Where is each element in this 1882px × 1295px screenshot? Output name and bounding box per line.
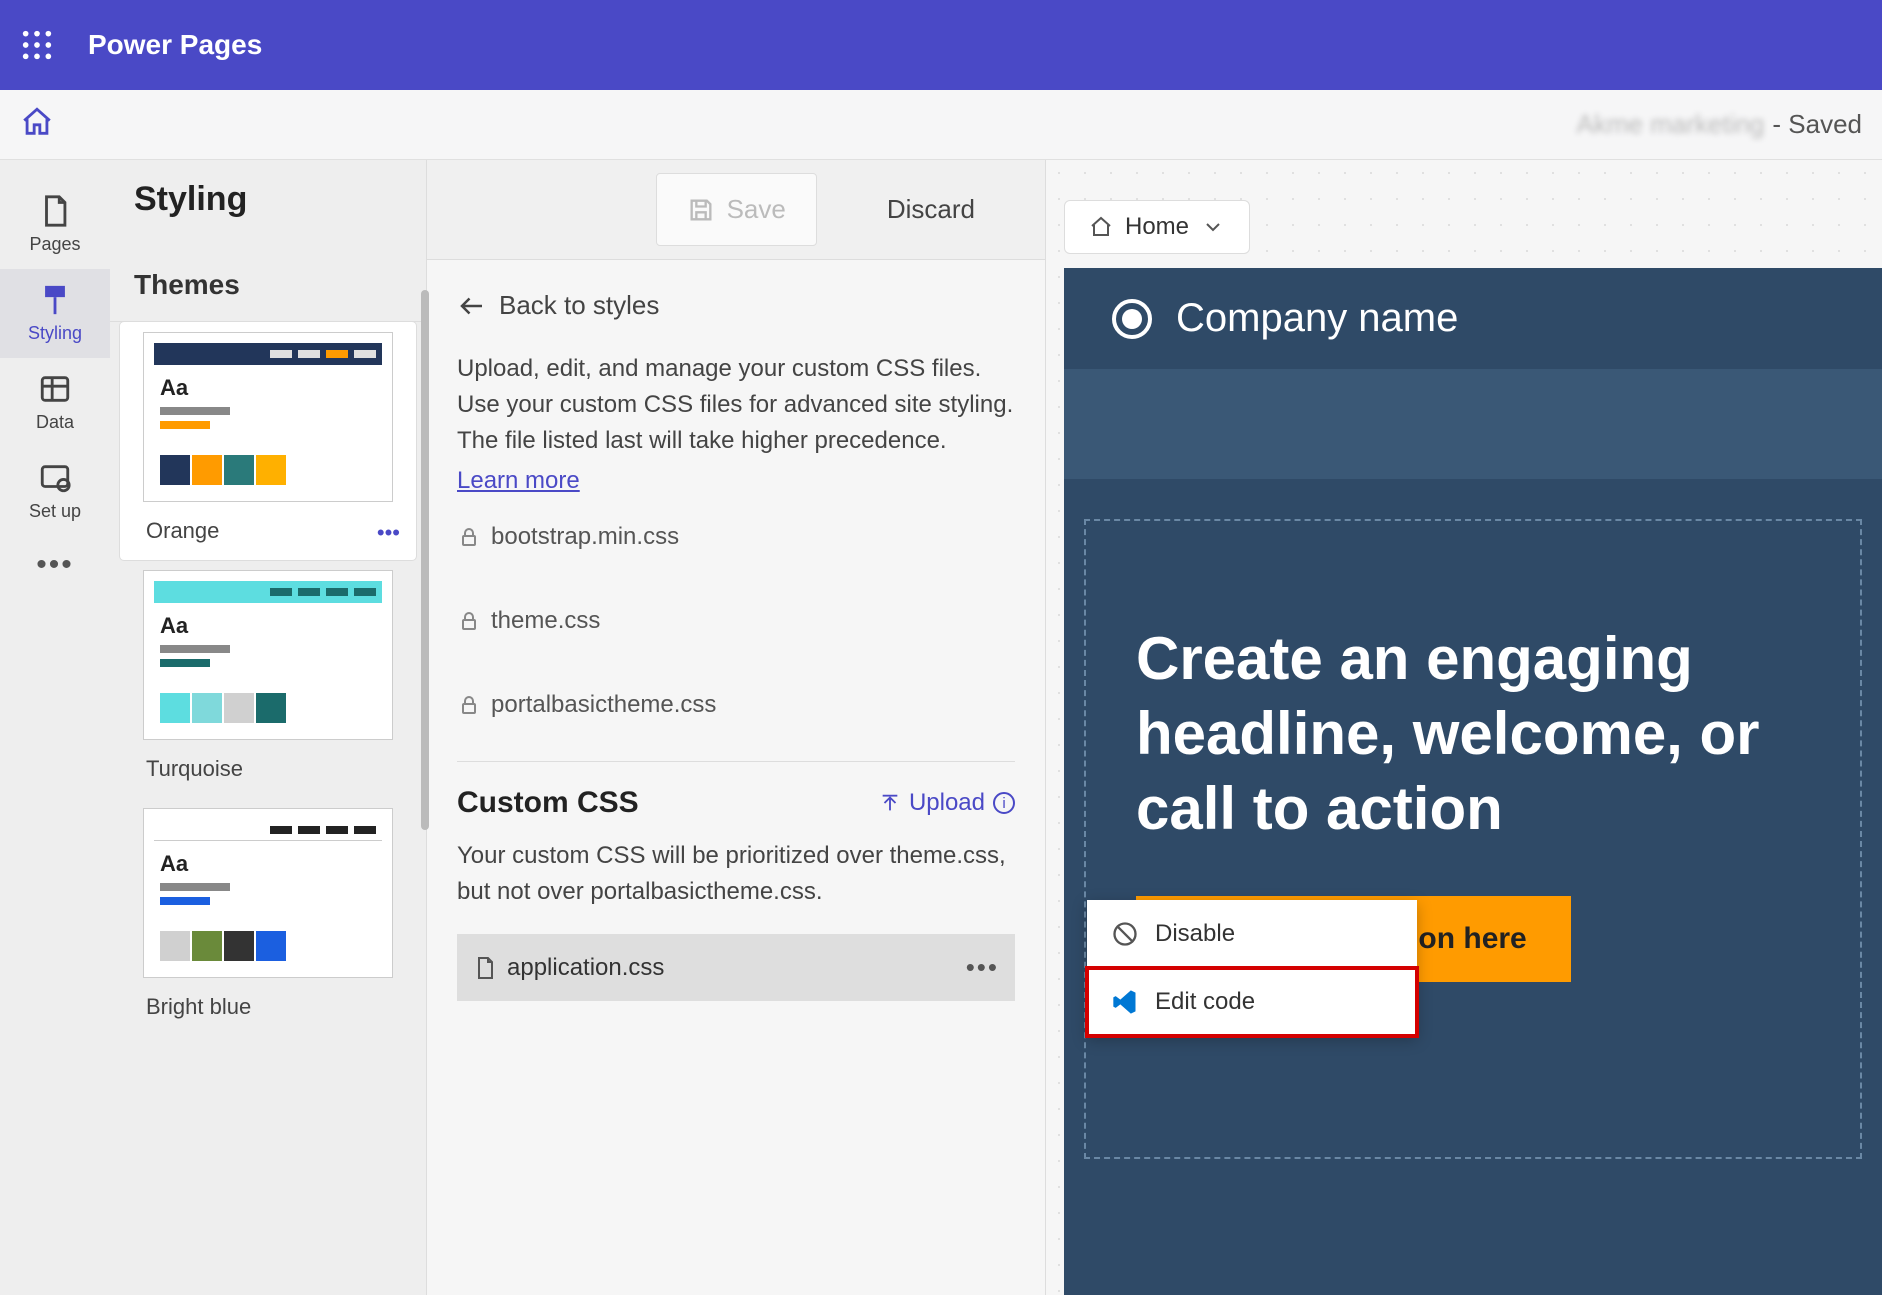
custom-file-name: application.css	[507, 954, 664, 982]
preview-company-header: Company name	[1064, 268, 1882, 369]
preview-hero-section[interactable]: Create an engaging headline, welcome, or…	[1084, 519, 1862, 1159]
styling-column: Styling Themes Aa Orange •••	[110, 160, 426, 1295]
breadcrumb-home[interactable]: Home	[1064, 200, 1250, 254]
custom-css-file-row[interactable]: application.css •••	[457, 934, 1015, 1001]
ctx-disable[interactable]: Disable	[1087, 900, 1417, 968]
save-label: Save	[727, 194, 786, 225]
learn-more-link[interactable]: Learn more	[457, 467, 580, 495]
themes-heading: Themes	[110, 239, 426, 322]
nav-label: Set up	[29, 501, 81, 521]
css-file-portalbasic: portalbasictheme.css	[457, 663, 1015, 747]
styling-title: Styling	[134, 180, 402, 219]
css-file-theme: theme.css	[457, 579, 1015, 663]
sub-header: Akme marketing - Saved	[0, 90, 1882, 160]
save-status: - Saved	[1772, 109, 1862, 140]
custom-css-heading: Custom CSS	[457, 786, 639, 820]
nav-label: Data	[36, 412, 74, 432]
theme-name: Bright blue	[130, 978, 406, 1026]
breadcrumb-label: Home	[1125, 213, 1189, 241]
save-icon	[687, 196, 715, 224]
preview-page: Company name Create an engaging headline…	[1064, 268, 1882, 1295]
nav-label: Styling	[28, 323, 82, 343]
theme-more-icon[interactable]: •••	[377, 520, 400, 546]
context-menu: Disable Edit code	[1087, 900, 1417, 1036]
discard-label: Discard	[887, 194, 975, 225]
back-label: Back to styles	[499, 290, 659, 321]
panel-actions: Save Discard	[427, 160, 1045, 260]
app-header: Power Pages	[0, 0, 1882, 90]
theme-list: Aa Orange ••• Aa	[110, 322, 426, 1076]
preview-pane: Home Company name Create an engaging hea…	[1046, 160, 1882, 1295]
waffle-icon[interactable]	[20, 28, 54, 62]
css-file-bootstrap: bootstrap.min.css	[457, 495, 1015, 579]
site-name: Akme marketing	[1577, 109, 1765, 140]
nav-styling[interactable]: Styling	[0, 269, 110, 358]
upload-button[interactable]: Upload i	[879, 789, 1015, 817]
ctx-disable-label: Disable	[1155, 920, 1235, 948]
ctx-edit-code-label: Edit code	[1155, 988, 1255, 1016]
upload-icon	[879, 792, 901, 814]
upload-label: Upload	[909, 789, 985, 817]
back-to-styles-link[interactable]: Back to styles	[457, 290, 1015, 321]
nav-pages[interactable]: Pages	[0, 180, 110, 269]
more-icon[interactable]: •••	[966, 952, 999, 983]
css-file-name: theme.css	[491, 607, 600, 635]
css-file-name: bootstrap.min.css	[491, 523, 679, 551]
lock-icon	[457, 693, 481, 717]
nav-setup[interactable]: Set up	[0, 447, 110, 536]
nav-more-icon[interactable]: •••	[36, 548, 74, 582]
lock-icon	[457, 609, 481, 633]
info-icon[interactable]: i	[993, 792, 1015, 814]
save-button[interactable]: Save	[656, 173, 817, 246]
nav-data[interactable]: Data	[0, 358, 110, 447]
preview-nav-bar	[1064, 369, 1882, 479]
vscode-icon	[1111, 988, 1139, 1016]
custom-css-description: Your custom CSS will be prioritized over…	[457, 838, 1015, 910]
preview-headline: Create an engaging headline, welcome, or…	[1136, 621, 1810, 846]
ctx-edit-code[interactable]: Edit code	[1087, 968, 1417, 1036]
theme-card-turquoise[interactable]: Aa Turquoise	[120, 560, 416, 798]
lock-icon	[457, 525, 481, 549]
theme-card-brightblue[interactable]: Aa Bright blue	[120, 798, 416, 1036]
company-logo-icon	[1112, 299, 1152, 339]
disable-icon	[1111, 920, 1139, 948]
css-file-name: portalbasictheme.css	[491, 691, 716, 719]
discard-button[interactable]: Discard	[857, 174, 1005, 245]
file-icon	[473, 956, 497, 980]
theme-name: Orange	[130, 502, 406, 550]
app-title: Power Pages	[88, 29, 262, 61]
home-icon[interactable]	[20, 105, 54, 144]
home-icon	[1089, 215, 1113, 239]
theme-card-orange[interactable]: Aa Orange •••	[120, 322, 416, 560]
nav-label: Pages	[29, 234, 80, 254]
chevron-down-icon	[1201, 215, 1225, 239]
left-nav: Pages Styling Data Set up •••	[0, 160, 110, 1295]
theme-name: Turquoise	[130, 740, 406, 788]
scrollbar[interactable]	[421, 290, 429, 830]
company-name: Company name	[1176, 296, 1458, 341]
css-description: Upload, edit, and manage your custom CSS…	[457, 351, 1015, 459]
css-panel: Save Discard Back to styles Upload, edit…	[426, 160, 1046, 1295]
arrow-left-icon	[457, 291, 487, 321]
